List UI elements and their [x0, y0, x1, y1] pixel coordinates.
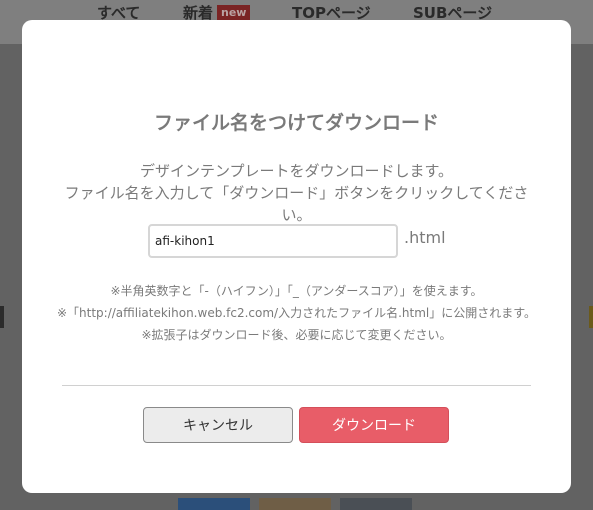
- description-line: デザインテンプレートをダウンロードします。: [139, 162, 454, 180]
- cancel-button[interactable]: キャンセル: [143, 407, 293, 443]
- note-line: ※半角英数字と「-（ハイフン）」「_（アンダースコア）」を使えます。: [110, 284, 483, 298]
- background-right-marker: [589, 306, 593, 328]
- dialog-divider: [62, 385, 531, 386]
- description-line: ファイル名を入力して「ダウンロード」ボタンをクリックしてください。: [64, 184, 529, 224]
- background-thumbnail: [178, 498, 250, 510]
- background-thumbnail: [340, 498, 412, 510]
- page: すべて 新着 new TOPページ SUBページ ファイル名をつけてダウンロード …: [0, 0, 593, 510]
- note-line: ※「http://affiliatekihon.web.fc2.com/入力され…: [56, 306, 537, 320]
- extension-label: .html: [404, 228, 446, 247]
- dialog-notes: ※半角英数字と「-（ハイフン）」「_（アンダースコア）」を使えます。 ※「htt…: [52, 280, 541, 346]
- download-dialog: ファイル名をつけてダウンロード デザインテンプレートをダウンロードします。 ファ…: [22, 20, 571, 493]
- background-thumbnail: [259, 498, 331, 510]
- download-button[interactable]: ダウンロード: [299, 407, 449, 443]
- background-left-marker: [0, 306, 4, 328]
- note-line: ※拡張子はダウンロード後、必要に応じて変更ください。: [141, 328, 452, 342]
- dialog-title: ファイル名をつけてダウンロード: [153, 112, 439, 134]
- new-badge: new: [217, 5, 251, 20]
- dialog-description: デザインテンプレートをダウンロードします。 ファイル名を入力して「ダウンロード」…: [52, 160, 541, 226]
- filename-input[interactable]: [148, 224, 398, 258]
